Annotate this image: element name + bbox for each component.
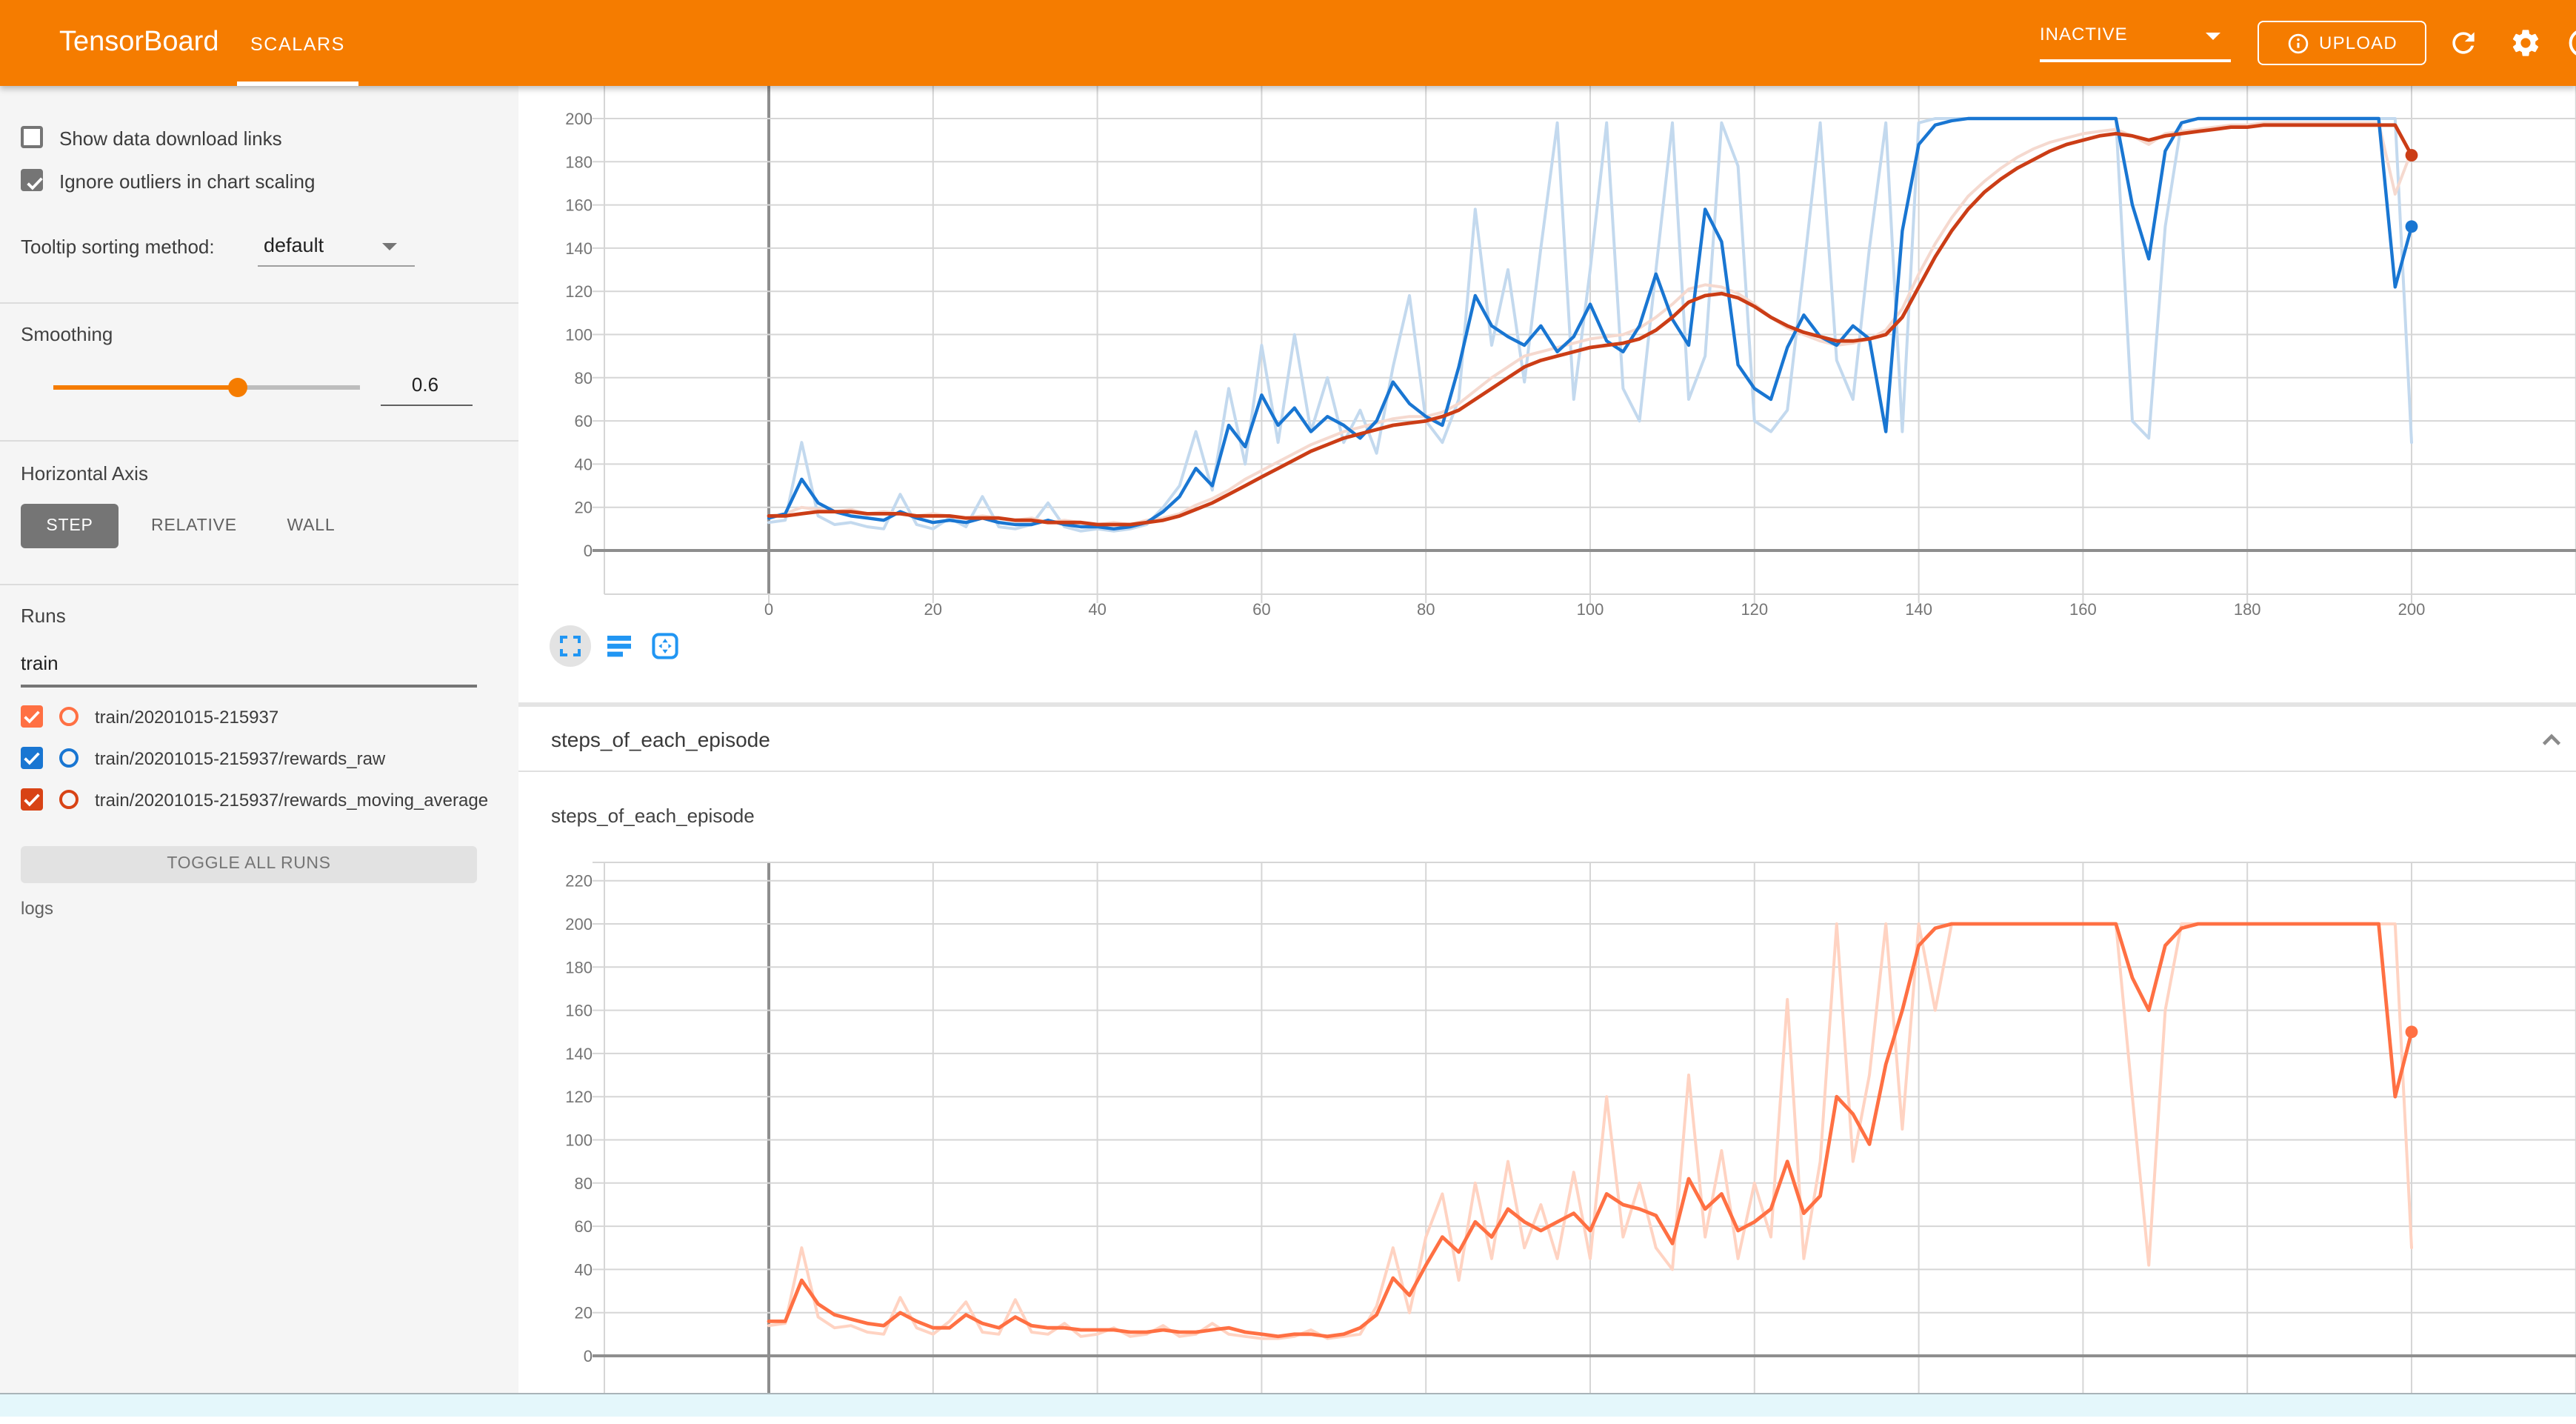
svg-text:0: 0 <box>764 600 773 619</box>
svg-text:140: 140 <box>565 239 593 258</box>
smoothing-slider-thumb[interactable] <box>227 377 247 396</box>
divider <box>0 302 518 304</box>
svg-text:80: 80 <box>575 1174 593 1193</box>
tooltip-sorting-select[interactable]: default <box>264 234 324 256</box>
rewards-chart[interactable]: 0 20 40 60 80 100 120 140 160 180 200 0 20 40 60 80 100 1… <box>518 86 2576 634</box>
svg-text:60: 60 <box>575 412 593 430</box>
info-icon <box>2286 32 2309 54</box>
svg-text:100: 100 <box>1577 600 1604 619</box>
svg-text:0: 0 <box>584 1347 593 1365</box>
ignore-outliers-checkbox[interactable] <box>21 169 43 191</box>
smoothing-label: Smoothing <box>21 323 113 345</box>
tab-scalars[interactable]: SCALARS <box>237 0 358 86</box>
section-title: steps_of_each_episode <box>551 707 770 772</box>
runs-label: Runs <box>21 605 66 627</box>
collapse-chevron-icon[interactable] <box>2536 725 2567 756</box>
run-color-circle[interactable] <box>59 748 79 768</box>
horizontal-axis-label: Horizontal Axis <box>21 462 148 485</box>
run-label: train/20201015-215937/rewards_raw <box>95 750 507 770</box>
svg-text:0: 0 <box>584 542 593 560</box>
check-icon <box>21 705 43 728</box>
svg-text:20: 20 <box>575 1304 593 1322</box>
status-dropdown[interactable]: INACTIVE <box>2040 0 2232 86</box>
run-label: train/20201015-215937/rewards_moving_ave… <box>95 791 507 811</box>
runs-filter-input[interactable]: train <box>21 652 59 674</box>
divider <box>0 584 518 585</box>
run-checkbox[interactable] <box>21 788 43 811</box>
settings-icon[interactable] <box>2509 27 2542 59</box>
refresh-icon[interactable] <box>2447 27 2480 59</box>
scalars-dashboard: 0204060801001201401601802000204060801001… <box>518 86 2576 1417</box>
axis-option-step[interactable]: STEP <box>21 504 119 548</box>
svg-text:200: 200 <box>565 915 593 934</box>
dropdown-caret-icon <box>382 243 397 250</box>
run-color-circle[interactable] <box>59 790 79 809</box>
app-header: TensorBoard SCALARS INACTIVE UPLOAD <box>0 0 2576 86</box>
svg-text:200: 200 <box>2398 600 2426 619</box>
ignore-outliers-label: Ignore outliers in chart scaling <box>59 170 315 193</box>
divider <box>0 440 518 442</box>
svg-text:60: 60 <box>1252 600 1270 619</box>
svg-text:60: 60 <box>575 1217 593 1236</box>
check-icon <box>24 172 46 194</box>
show-download-links-label: Show data download links <box>59 127 282 150</box>
runs-group-logs-label: logs <box>21 898 53 919</box>
svg-text:100: 100 <box>565 326 593 345</box>
upload-label: UPLOAD <box>2319 33 2398 53</box>
svg-text:20: 20 <box>924 600 942 619</box>
svg-text:40: 40 <box>575 455 593 473</box>
tooltip-sorting-label: Tooltip sorting method: <box>21 236 215 258</box>
svg-text:140: 140 <box>1905 600 1932 619</box>
alignment-icon[interactable] <box>607 634 631 658</box>
svg-text:100: 100 <box>565 1131 593 1150</box>
svg-text:220: 220 <box>565 872 593 891</box>
help-icon[interactable] <box>2567 27 2576 59</box>
fit-domain-icon[interactable] <box>652 633 678 659</box>
axis-option-wall[interactable]: WALL <box>273 504 350 548</box>
svg-text:160: 160 <box>2069 600 2097 619</box>
check-icon <box>21 788 43 811</box>
tab-active-underline <box>237 81 358 86</box>
steps-of-each-episode-chart[interactable]: 0 20 40 60 80 100 120 140 160 180 200 220 <box>518 785 2576 1417</box>
svg-text:20: 20 <box>575 499 593 517</box>
app-title: TensorBoard <box>59 0 218 86</box>
svg-text:200: 200 <box>565 110 593 128</box>
toggle-all-runs-button[interactable]: TOGGLE ALL RUNS <box>21 846 477 883</box>
axis-option-relative[interactable]: RELATIVE <box>142 504 246 548</box>
settings-sidebar: Show data download links Ignore outliers… <box>0 86 518 1417</box>
run-label: train/20201015-215937 <box>95 708 507 728</box>
svg-text:180: 180 <box>565 958 593 976</box>
status-label: INACTIVE <box>2040 24 2128 44</box>
svg-text:140: 140 <box>565 1045 593 1063</box>
svg-text:40: 40 <box>1088 600 1106 619</box>
svg-text:120: 120 <box>565 282 593 301</box>
svg-text:120: 120 <box>1741 600 1768 619</box>
bottom-scroll-strip[interactable] <box>0 1393 2576 1417</box>
chart-title: steps_of_each_episode <box>551 805 755 827</box>
svg-text:120: 120 <box>565 1088 593 1106</box>
run-color-circle[interactable] <box>59 707 79 726</box>
svg-text:80: 80 <box>575 369 593 387</box>
dropdown-caret-icon <box>2206 33 2220 40</box>
upload-button[interactable]: UPLOAD <box>2258 21 2426 65</box>
svg-text:80: 80 <box>1417 600 1435 619</box>
smoothing-value-input[interactable]: 0.6 <box>379 373 471 396</box>
section-header-steps-of-each-episode[interactable]: steps_of_each_episode <box>518 707 2576 772</box>
run-checkbox[interactable] <box>21 747 43 769</box>
svg-text:160: 160 <box>565 196 593 215</box>
svg-text:180: 180 <box>565 153 593 171</box>
svg-text:160: 160 <box>565 1002 593 1020</box>
expand-icon[interactable] <box>560 636 581 656</box>
svg-text:40: 40 <box>575 1260 593 1279</box>
show-download-links-checkbox[interactable] <box>21 126 43 148</box>
run-checkbox[interactable] <box>21 705 43 728</box>
tensorboard-app: TensorBoard SCALARS INACTIVE UPLOAD <box>0 0 2576 1417</box>
check-icon <box>21 747 43 769</box>
svg-text:180: 180 <box>2234 600 2261 619</box>
